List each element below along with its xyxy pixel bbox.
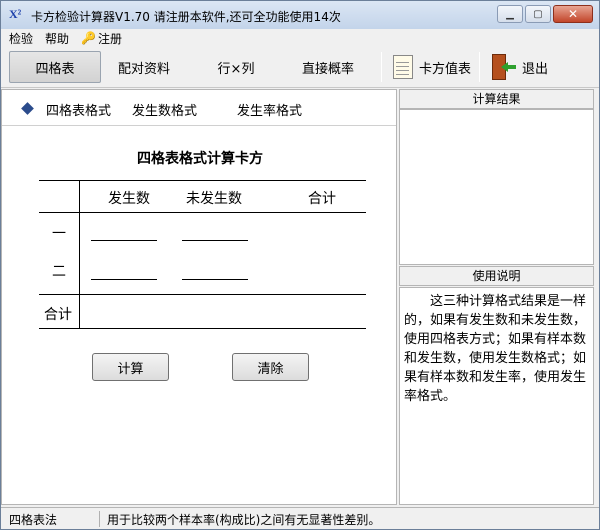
maximize-icon: ▢ bbox=[533, 8, 543, 20]
menu-item-register[interactable]: 🔑 注册 bbox=[81, 30, 122, 47]
right-panel: 计算结果 使用说明 这三种计算格式结果是一样的，如果有发生数和未发生数，使用四格… bbox=[399, 89, 594, 505]
app-window: X² 卡方检验计算器V1.70 请注册本软件,还可全功能使用14次 ▁ ▢ ✕ … bbox=[0, 0, 600, 530]
menu-item-test[interactable]: 检验 bbox=[9, 30, 33, 47]
window-controls: ▁ ▢ ✕ bbox=[497, 5, 593, 23]
close-icon: ✕ bbox=[567, 7, 579, 21]
input-row2-occurred[interactable] bbox=[91, 260, 157, 280]
table-bottom-line bbox=[39, 328, 366, 329]
toolbar-paired-data-button[interactable]: 配对资料 bbox=[104, 51, 184, 83]
status-description: 用于比较两个样本率(构成比)之间有无显著性差别。 bbox=[107, 513, 381, 527]
exit-door-icon bbox=[491, 54, 516, 80]
table-header-line bbox=[39, 212, 366, 213]
key-icon: 🔑 bbox=[81, 31, 96, 45]
status-separator bbox=[99, 511, 100, 527]
input-row1-not-occurred[interactable] bbox=[182, 221, 248, 241]
title-bar[interactable]: X² 卡方检验计算器V1.70 请注册本软件,还可全功能使用14次 ▁ ▢ ✕ bbox=[1, 1, 599, 29]
minimize-button[interactable]: ▁ bbox=[497, 5, 523, 23]
row-label-total: 合计 bbox=[44, 307, 72, 323]
toolbar-fourfold-table-button[interactable]: 四格表 bbox=[9, 51, 101, 83]
tab-rate-format[interactable]: 发生率格式 bbox=[237, 100, 302, 119]
help-text: 这三种计算格式结果是一样的，如果有发生数和未发生数，使用四格表方式；如果有样本数… bbox=[399, 287, 594, 505]
toolbar-separator bbox=[479, 52, 480, 82]
menu-item-register-label: 注册 bbox=[97, 31, 122, 46]
result-header: 计算结果 bbox=[399, 89, 594, 109]
toolbar-exit-button[interactable]: 退出 bbox=[485, 51, 555, 83]
notebook-icon bbox=[392, 55, 413, 79]
table-top-line bbox=[39, 180, 366, 181]
toolbar-row-col-button[interactable]: 行×列 bbox=[196, 51, 276, 83]
toolbar-chi-square-table-label: 卡方值表 bbox=[418, 61, 471, 77]
app-chi-square-icon: X² bbox=[9, 7, 22, 21]
col-header-occurred: 发生数 bbox=[108, 191, 150, 207]
help-header: 使用说明 bbox=[399, 266, 594, 286]
menu-bar: 检验 帮助 🔑 注册 bbox=[1, 29, 599, 47]
calculate-button[interactable]: 计算 bbox=[92, 353, 169, 381]
col-header-total: 合计 bbox=[308, 191, 336, 207]
toolbar-exit-label: 退出 bbox=[521, 61, 548, 77]
row-label-two: 二 bbox=[52, 264, 66, 280]
calculation-panel: 四格表格式 发生数格式 发生率格式 四格表格式计算卡方 发生数 未发生数 合计 … bbox=[1, 89, 397, 505]
toolbar-separator bbox=[381, 52, 382, 82]
input-row1-occurred[interactable] bbox=[91, 221, 157, 241]
tab-occurrence-format[interactable]: 发生数格式 bbox=[132, 100, 197, 119]
menu-item-help[interactable]: 帮助 bbox=[45, 30, 69, 47]
toolbar-exact-probability-button[interactable]: 直接概率 bbox=[288, 51, 368, 83]
window-title: 卡方检验计算器V1.70 请注册本软件,还可全功能使用14次 bbox=[31, 10, 341, 24]
result-output[interactable] bbox=[399, 109, 594, 265]
close-button[interactable]: ✕ bbox=[553, 5, 593, 23]
toolbar: 四格表 配对资料 行×列 直接概率 卡方值表 退出 bbox=[1, 48, 599, 88]
table-vertical-line bbox=[79, 180, 80, 328]
status-bar: 四格表法 用于比较两个样本率(构成比)之间有无显著性差别。 bbox=[1, 507, 599, 529]
status-mode: 四格表法 bbox=[9, 513, 58, 527]
row-label-one: 一 bbox=[52, 226, 66, 242]
minimize-icon: ▁ bbox=[506, 8, 514, 20]
clear-button[interactable]: 清除 bbox=[232, 353, 309, 381]
table-total-line bbox=[39, 294, 366, 295]
input-row2-not-occurred[interactable] bbox=[182, 260, 248, 280]
selected-diamond-icon bbox=[21, 102, 34, 115]
tab-fourfold-format[interactable]: 四格表格式 bbox=[46, 100, 111, 119]
col-header-not-occurred: 未发生数 bbox=[186, 191, 242, 207]
format-tabs: 四格表格式 发生数格式 发生率格式 bbox=[2, 90, 396, 126]
toolbar-chi-square-table-button[interactable]: 卡方值表 bbox=[387, 51, 477, 83]
calc-title: 四格表格式计算卡方 bbox=[137, 151, 263, 167]
maximize-button[interactable]: ▢ bbox=[525, 5, 551, 23]
